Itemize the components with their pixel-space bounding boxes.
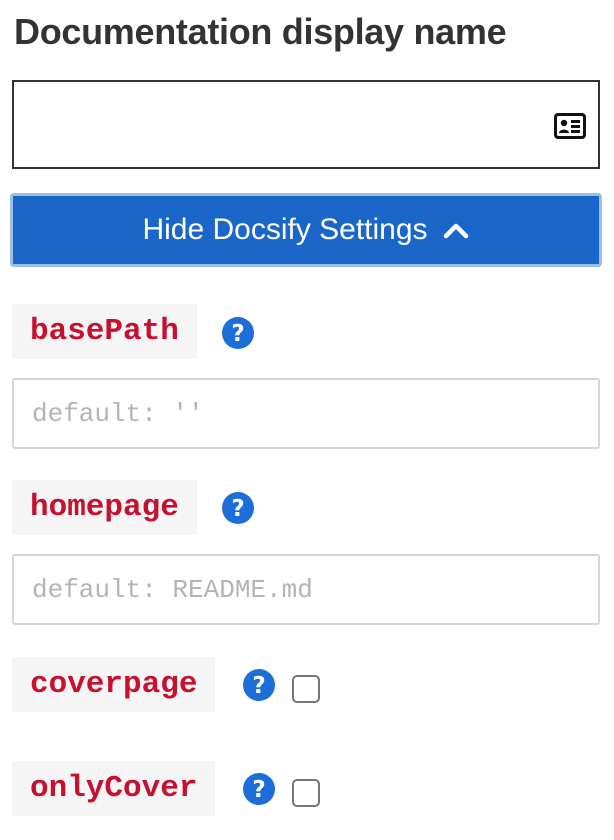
display-name-input[interactable] xyxy=(14,82,534,167)
help-icon[interactable]: ? xyxy=(243,669,275,701)
toggle-button-label: Hide Docsify Settings xyxy=(142,213,428,246)
svg-text:?: ? xyxy=(252,777,265,803)
contact-card-icon xyxy=(554,113,586,139)
coverpage-checkbox[interactable] xyxy=(292,675,320,703)
svg-text:?: ? xyxy=(252,673,265,699)
svg-text:?: ? xyxy=(231,496,244,522)
setting-label-basepath: basePath xyxy=(12,304,197,359)
chevron-up-icon xyxy=(443,223,468,239)
help-icon[interactable]: ? xyxy=(243,773,275,805)
help-icon[interactable]: ? xyxy=(222,317,254,349)
svg-text:?: ? xyxy=(231,321,244,347)
hide-docsify-settings-button[interactable]: Hide Docsify Settings xyxy=(10,193,602,267)
help-icon[interactable]: ? xyxy=(222,492,254,524)
setting-label-homepage: homepage xyxy=(12,480,197,535)
setting-label-coverpage: coverpage xyxy=(12,657,216,712)
page-title: Documentation display name xyxy=(14,11,507,52)
basepath-input[interactable] xyxy=(12,378,600,449)
setting-label-onlycover: onlyCover xyxy=(12,761,216,816)
onlycover-checkbox[interactable] xyxy=(292,779,320,807)
display-name-field[interactable] xyxy=(12,80,600,169)
homepage-input[interactable] xyxy=(12,554,600,625)
